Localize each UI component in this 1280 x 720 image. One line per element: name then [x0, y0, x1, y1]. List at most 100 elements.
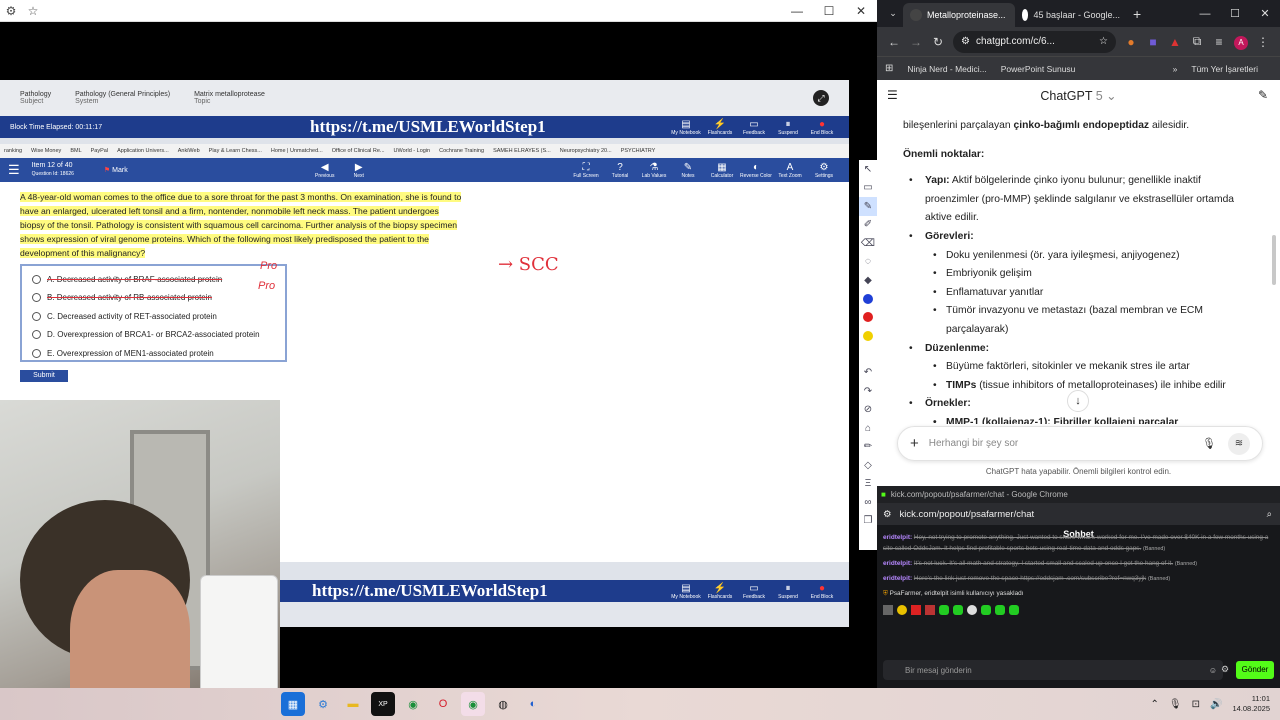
emote-icon[interactable]	[911, 605, 921, 615]
pointer-icon[interactable]: ↖	[859, 160, 877, 179]
sidebar-toggle-icon[interactable]: ☰	[887, 88, 898, 102]
answer-d[interactable]: D. Overexpression of BRCA1- or BRCA2-ass…	[32, 326, 275, 345]
media-icon[interactable]: ≡	[1208, 35, 1230, 49]
lower-end-block-button[interactable]: ● End Block	[805, 583, 839, 600]
star-icon[interactable]: ☆	[22, 0, 44, 22]
lower-notebook-button[interactable]: ▤ My Notebook	[669, 583, 703, 600]
back-icon[interactable]: ←	[883, 35, 905, 49]
radio-icon[interactable]	[32, 274, 41, 284]
new-chat-icon[interactable]: ✎	[1258, 88, 1268, 102]
end-block-button[interactable]: ● End Block	[805, 119, 839, 136]
bucket-icon[interactable]: ⌂	[859, 419, 877, 438]
lasso-icon[interactable]: ◌	[859, 253, 877, 272]
scroll-down-button[interactable]: ↓	[1067, 390, 1089, 412]
lower-suspend-button[interactable]: ⏸ Suspend	[771, 583, 805, 600]
menu-icon[interactable]: ☰	[8, 162, 20, 178]
tutorial-button[interactable]: ? Tutorial	[603, 162, 637, 179]
maximize-button[interactable]: ☐	[813, 0, 845, 22]
emote-icon[interactable]	[939, 605, 949, 615]
new-tab-button[interactable]: +	[1133, 6, 1141, 22]
emote-icon[interactable]	[995, 605, 1005, 615]
obs-app-icon[interactable]: ◍	[491, 692, 515, 716]
tab-search-icon[interactable]: ⌄	[883, 8, 903, 19]
bookmark-powerpoint[interactable]: PowerPoint Sunusu	[1001, 64, 1076, 74]
submit-button[interactable]: Submit	[20, 370, 68, 382]
ruler-icon[interactable]: ✏	[859, 438, 877, 457]
eraser-icon[interactable]: ⌫	[859, 234, 877, 253]
flashcards-button[interactable]: ⚡ Flashcards	[703, 119, 737, 136]
bookmark-star-icon[interactable]: ☆	[1099, 36, 1108, 47]
folder-app-icon[interactable]: ▬	[341, 692, 365, 716]
expand-icon[interactable]: ⤢	[813, 90, 829, 106]
text-zoom-button[interactable]: A Text Zoom	[773, 162, 807, 179]
reverse-color-button[interactable]: ◐ Reverse Color	[739, 162, 773, 179]
emote-icon[interactable]	[897, 605, 907, 615]
chrome-minimize-button[interactable]: —	[1190, 8, 1220, 20]
whiteboard-icon[interactable]: ▭	[859, 179, 877, 198]
highlighter-icon[interactable]: ✐	[859, 216, 877, 235]
feedback-button[interactable]: ▭ Feedback	[737, 119, 771, 136]
send-button[interactable]: Gönder	[1236, 661, 1274, 679]
close-button[interactable]: ✕	[845, 0, 877, 22]
radio-icon[interactable]	[32, 293, 41, 303]
lower-feedback-button[interactable]: ▭ Feedback	[737, 583, 771, 600]
answer-c[interactable]: C. Decreased activity of RET-associated …	[32, 307, 275, 326]
extension2-icon[interactable]: ■	[1142, 35, 1164, 49]
previous-button[interactable]: ◀ Previous	[308, 162, 342, 179]
clock[interactable]: 11:01 14.08.2025	[1232, 694, 1270, 714]
suspend-button[interactable]: ⏸ Suspend	[771, 119, 805, 136]
mark-button[interactable]: ⚑ Mark	[104, 166, 128, 174]
firefox-app-icon[interactable]: ◐	[521, 692, 545, 716]
extensions-icon[interactable]: ⧉	[1186, 34, 1208, 49]
fullscreen-button[interactable]: ⛶ Full Screen	[569, 162, 603, 179]
kick-address-bar[interactable]: ⚙ kick.com/popout/psafarmer/chat ⌕	[877, 503, 1280, 525]
copy-icon[interactable]: ❐	[859, 512, 877, 531]
bookmark-ninja-nerd[interactable]: Ninja Nerd - Medici...	[907, 64, 986, 74]
redo-icon[interactable]: ↷	[859, 382, 877, 401]
fill-icon[interactable]: ◆	[859, 271, 877, 290]
answer-e[interactable]: E. Overexpression of MEN1-associated pro…	[32, 344, 275, 363]
emote-icon[interactable]	[1009, 605, 1019, 615]
xd-pen-app-icon[interactable]: XP	[371, 692, 395, 716]
all-bookmarks[interactable]: Tüm Yer İşaretleri	[1191, 64, 1258, 74]
chrome-close-button[interactable]: ✕	[1250, 7, 1280, 20]
emote-icon[interactable]	[967, 605, 977, 615]
reload-icon[interactable]: ↻	[927, 35, 949, 49]
color-yellow-icon[interactable]	[859, 327, 877, 346]
settings-button[interactable]: ⚙ Settings	[807, 162, 841, 179]
notebook-button[interactable]: ▤ My Notebook	[669, 119, 703, 136]
undo-icon[interactable]: ↶	[859, 364, 877, 383]
extension3-icon[interactable]: ▲	[1164, 35, 1186, 49]
kick-zoom-icon[interactable]: ⌕	[1267, 509, 1272, 520]
opera-app-icon[interactable]: O	[431, 692, 455, 716]
tab-google[interactable]: 45 başlaar - Google...	[1015, 3, 1127, 27]
volume-icon[interactable]: 🔊	[1210, 699, 1222, 710]
radio-icon[interactable]	[32, 348, 41, 358]
chat-settings-icon[interactable]: ⚙	[1221, 664, 1229, 675]
chat-input[interactable]: Bir mesaj gönderin ☺	[883, 660, 1223, 680]
next-button[interactable]: ▶ Next	[342, 162, 376, 179]
explorer-app-icon[interactable]: ▦	[281, 692, 305, 716]
chrome-maximize-button[interactable]: ☐	[1220, 7, 1250, 20]
microphone-tray-icon[interactable]: 🎙	[1169, 699, 1182, 710]
pen-icon[interactable]: ✎	[859, 197, 877, 216]
gear-icon[interactable]: ⚙	[0, 0, 22, 22]
lower-flashcards-button[interactable]: ⚡ Flashcards	[703, 583, 737, 600]
clear-icon[interactable]: ⊘	[859, 401, 877, 420]
extension-icon[interactable]: ●	[1120, 35, 1142, 49]
chrome-app-icon[interactable]: ◉	[401, 692, 425, 716]
emote-icon[interactable]	[953, 605, 963, 615]
profile-avatar[interactable]: A	[1230, 34, 1252, 50]
radio-icon[interactable]	[32, 330, 41, 340]
emote-icon[interactable]	[883, 605, 893, 615]
address-bar[interactable]: ⚙ chatgpt.com/c/6... ☆	[953, 30, 1116, 53]
tab-chatgpt[interactable]: Metalloproteinase...	[903, 3, 1015, 27]
minimize-button[interactable]: —	[781, 0, 813, 22]
color-red-icon[interactable]	[859, 308, 877, 327]
prompt-input[interactable]: Herhangi bir şey sor	[929, 438, 1202, 449]
answer-a[interactable]: A. Decreased activity of BRAF-associated…	[32, 270, 275, 289]
calculator-button[interactable]: ▦ Calculator	[705, 162, 739, 179]
kick-site-info-icon[interactable]: ⚙	[883, 509, 892, 520]
settings-app-icon[interactable]: ⚙	[311, 692, 335, 716]
radio-icon[interactable]	[32, 311, 41, 321]
